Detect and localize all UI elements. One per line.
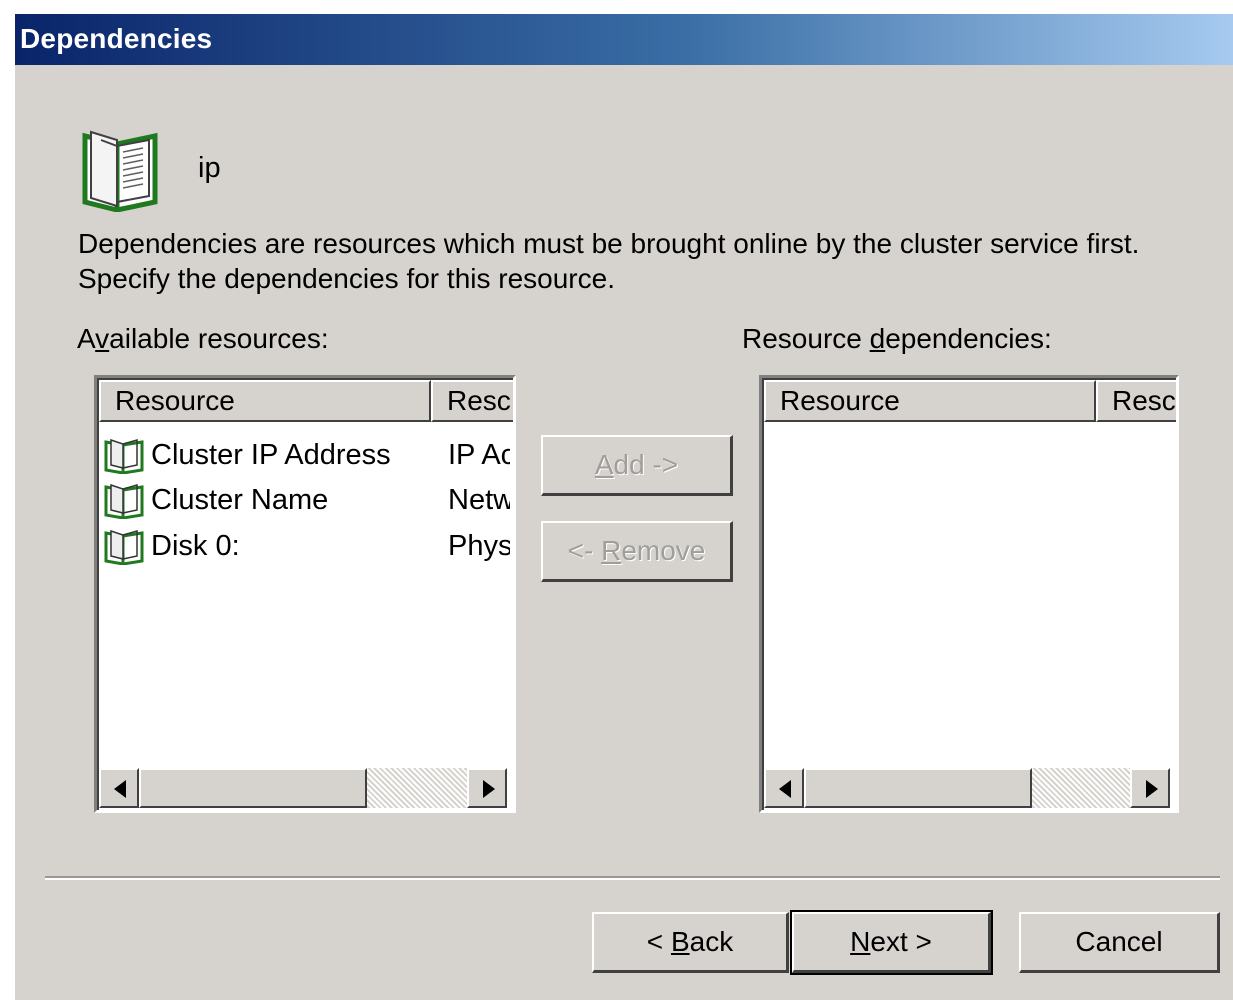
dependencies-dialog: Dependencies ip Dependencies are resourc…: [15, 14, 1233, 1000]
back-button[interactable]: < Back: [592, 912, 789, 973]
add-button[interactable]: Add ->: [541, 435, 733, 496]
arrow-right-icon: [483, 780, 495, 798]
available-resources-label: Available resources:: [77, 323, 329, 354]
book-icon: [82, 130, 158, 212]
horizontal-scrollbar[interactable]: [764, 768, 1170, 808]
next-button[interactable]: Next >: [790, 910, 993, 975]
description-line-2: Specify the dependencies for this resour…: [78, 263, 615, 294]
item-name: Cluster IP Address: [151, 439, 391, 471]
separator: [45, 876, 1220, 880]
arrow-right-icon: [1146, 780, 1158, 798]
resource-dependencies-list[interactable]: Resource Resc: [759, 375, 1179, 813]
book-icon: [104, 438, 144, 474]
book-icon: [104, 483, 144, 519]
column-header-resource-type[interactable]: Resc: [1096, 380, 1176, 422]
scroll-left-button[interactable]: [764, 768, 804, 808]
cancel-button[interactable]: Cancel: [1019, 912, 1220, 973]
scroll-left-button[interactable]: [99, 768, 139, 808]
window-title: Dependencies: [20, 23, 213, 54]
scroll-right-button[interactable]: [1130, 768, 1170, 808]
description-line-1: Dependencies are resources which must be…: [78, 228, 1140, 259]
title-bar: Dependencies: [15, 14, 1233, 65]
scroll-right-button[interactable]: [467, 768, 507, 808]
column-header-resource[interactable]: Resource: [764, 380, 1096, 422]
column-header-resource-type[interactable]: Resc: [431, 380, 513, 422]
resource-name: ip: [198, 152, 221, 184]
arrow-left-icon: [779, 780, 791, 798]
description: Dependencies are resources which must be…: [78, 226, 1198, 296]
scroll-thumb[interactable]: [804, 768, 1032, 808]
item-name: Disk 0:: [151, 530, 240, 562]
book-icon: [104, 529, 144, 565]
available-resources-list[interactable]: Resource Resc Cluster IP Address Cluster…: [94, 375, 516, 813]
item-type: IP Ac: [448, 439, 510, 471]
remove-button[interactable]: <- Remove: [541, 521, 733, 582]
column-header-resource[interactable]: Resource: [99, 380, 431, 422]
item-type: Phys: [448, 530, 510, 562]
resource-dependencies-label: Resource dependencies:: [742, 323, 1052, 354]
item-type: Netw: [448, 484, 510, 516]
arrow-left-icon: [114, 780, 126, 798]
item-name: Cluster Name: [151, 484, 329, 516]
scroll-thumb[interactable]: [139, 768, 367, 808]
horizontal-scrollbar[interactable]: [99, 768, 507, 808]
